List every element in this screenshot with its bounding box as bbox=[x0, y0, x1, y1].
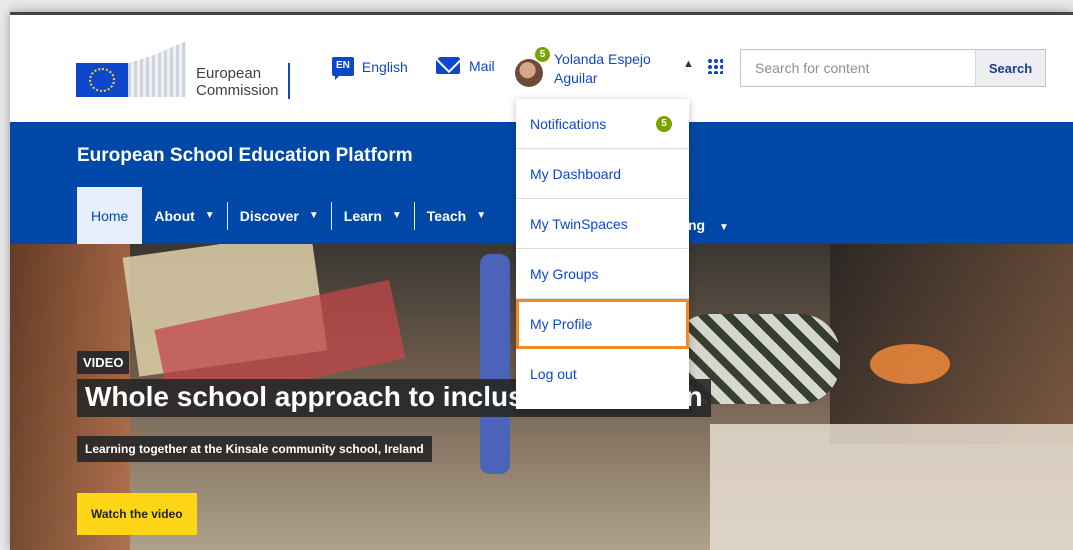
hero-photo-shape bbox=[870, 344, 950, 384]
apps-grid-icon[interactable] bbox=[707, 58, 723, 74]
menu-item-label: My TwinSpaces bbox=[530, 215, 628, 232]
logo-text-line2: Commission bbox=[196, 82, 279, 99]
nav-item-learn[interactable]: Learn ▼ bbox=[332, 205, 414, 227]
menu-item-label: Notifications bbox=[530, 115, 607, 132]
menu-item-label: My Groups bbox=[530, 265, 599, 282]
envelope-icon bbox=[436, 57, 460, 74]
menu-item-label: My Profile bbox=[530, 315, 593, 332]
nav-item-label: Discover bbox=[239, 207, 299, 224]
search-button[interactable]: Search bbox=[975, 50, 1045, 86]
user-name: Yolanda Espejo Aguilar bbox=[554, 51, 651, 86]
menu-item-twinspaces[interactable]: My TwinSpaces bbox=[516, 199, 689, 249]
nav-divider bbox=[413, 201, 415, 230]
menu-item-label: Log out bbox=[530, 366, 577, 382]
chevron-down-icon: ▼ bbox=[719, 222, 729, 233]
content-type-tag: VIDEO bbox=[77, 351, 130, 374]
nav-item-about[interactable]: About ▼ bbox=[142, 205, 226, 227]
nav-item-label: Teach bbox=[426, 207, 467, 224]
chevron-down-icon: ▼ bbox=[476, 210, 487, 221]
logo-divider bbox=[288, 63, 290, 99]
language-label: English bbox=[361, 58, 408, 75]
hero-photo-shape bbox=[710, 424, 1073, 550]
european-commission-logo[interactable]: European Commission bbox=[76, 41, 301, 101]
menu-item-logout[interactable]: Log out bbox=[516, 349, 689, 399]
nav-divider bbox=[226, 201, 228, 230]
search-input[interactable] bbox=[741, 50, 975, 86]
main-navigation: Home About ▼ Discover ▼ Learn ▼ Teach ▼ bbox=[77, 187, 498, 244]
watch-video-button[interactable]: Watch the video bbox=[77, 493, 197, 535]
notification-badge: 5 bbox=[535, 47, 550, 62]
menu-item-notifications[interactable]: Notifications 5 bbox=[516, 99, 689, 149]
logo-building-graphic bbox=[128, 41, 186, 97]
chevron-up-icon: ▲ bbox=[683, 58, 694, 70]
menu-item-label: My Dashboard bbox=[530, 165, 622, 182]
browser-viewport: European Commission EN English Mail 5 Yo… bbox=[10, 12, 1073, 550]
language-selector[interactable]: EN English bbox=[332, 57, 408, 80]
menu-item-groups[interactable]: My Groups bbox=[516, 249, 689, 299]
chevron-down-icon: ▼ bbox=[391, 210, 402, 221]
mail-link[interactable]: Mail bbox=[436, 57, 495, 74]
nav-divider bbox=[330, 201, 332, 230]
hero-photo-shape bbox=[480, 254, 510, 474]
nav-item-label: ng bbox=[688, 217, 706, 233]
nav-item-label: Learn bbox=[343, 207, 382, 224]
search-form: Search bbox=[740, 49, 1046, 87]
user-menu-toggle[interactable]: 5 Yolanda Espejo Aguilar ▲ bbox=[515, 47, 730, 91]
notification-count-badge: 5 bbox=[656, 116, 672, 132]
nav-item-discover[interactable]: Discover ▼ bbox=[228, 205, 331, 227]
nav-item-partial[interactable]: ng ▼ bbox=[688, 217, 729, 233]
hero-subtitle: Learning together at the Kinsale communi… bbox=[77, 436, 432, 462]
mail-label: Mail bbox=[469, 57, 495, 74]
chevron-down-icon: ▼ bbox=[308, 210, 319, 221]
nav-item-label: Home bbox=[91, 207, 129, 224]
hero-photo-shape bbox=[830, 244, 1073, 444]
chevron-down-icon: ▼ bbox=[204, 210, 215, 221]
nav-item-home[interactable]: Home bbox=[77, 187, 143, 244]
nav-item-teach[interactable]: Teach ▼ bbox=[415, 205, 498, 227]
nav-item-label: About bbox=[154, 207, 195, 224]
user-dropdown-menu: Notifications 5 My Dashboard My TwinSpac… bbox=[516, 99, 689, 409]
language-code-icon: EN bbox=[332, 57, 354, 80]
eu-stars-icon bbox=[89, 68, 115, 92]
logo-text: European Commission bbox=[196, 65, 279, 99]
menu-item-profile[interactable]: My Profile bbox=[516, 299, 689, 349]
avatar bbox=[515, 59, 543, 87]
platform-title[interactable]: European School Education Platform bbox=[77, 145, 413, 167]
logo-text-line1: European bbox=[196, 65, 262, 82]
menu-item-dashboard[interactable]: My Dashboard bbox=[516, 149, 689, 199]
